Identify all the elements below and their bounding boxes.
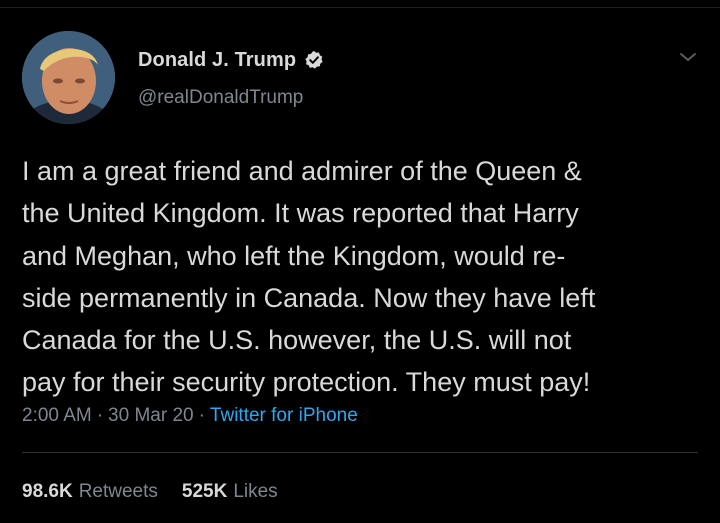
- likes-stat[interactable]: 525K Likes: [182, 481, 278, 503]
- author-name-row: Donald J. Trump: [138, 48, 324, 72]
- tweet-text-line: and Meghan, who left the Kingdom, would …: [22, 240, 566, 271]
- divider: [22, 452, 698, 453]
- retweets-label: Retweets: [78, 481, 158, 502]
- likes-label: Likes: [233, 481, 278, 502]
- tweet-text-line: pay for their security protection. They …: [22, 367, 591, 398]
- top-border: [0, 7, 720, 8]
- user-handle[interactable]: @realDonaldTrump: [138, 87, 303, 109]
- retweets-count: 98.6K: [22, 481, 73, 502]
- verified-badge-icon: [304, 50, 324, 70]
- chevron-down-icon[interactable]: [677, 49, 699, 65]
- tweet-text-line: Canada for the U.S. however, the U.S. wi…: [22, 325, 572, 356]
- tweet-text-line: I am a great friend and admirer of the Q…: [22, 156, 582, 186]
- engagement-stats: 98.6K Retweets 525K Likes: [22, 481, 278, 503]
- tweet-text: I am a great friend and admirer of the Q…: [22, 150, 712, 404]
- tweet-date[interactable]: 30 Mar 20: [108, 405, 194, 427]
- tweet-time[interactable]: 2:00 AM: [22, 405, 92, 427]
- meta-separator: ·: [96, 405, 104, 426]
- meta-separator: ·: [198, 405, 205, 426]
- profile-photo-icon: [22, 31, 115, 124]
- retweets-stat[interactable]: 98.6K Retweets: [22, 481, 158, 503]
- tweet-text-line: the United Kingdom. It was reported that…: [22, 198, 579, 229]
- tweet-source-link[interactable]: Twitter for iPhone: [210, 405, 358, 427]
- likes-count: 525K: [181, 481, 228, 502]
- tweet-text-line: side permanently in Canada. Now they hav…: [22, 282, 596, 313]
- tweet-meta: 2:00 AM · 30 Mar 20 · Twitter for iPhone: [22, 405, 358, 427]
- display-name[interactable]: Donald J. Trump: [138, 49, 296, 72]
- avatar[interactable]: [22, 31, 115, 124]
- tweet-card: Donald J. Trump @realDonaldTrump I am a …: [0, 0, 720, 523]
